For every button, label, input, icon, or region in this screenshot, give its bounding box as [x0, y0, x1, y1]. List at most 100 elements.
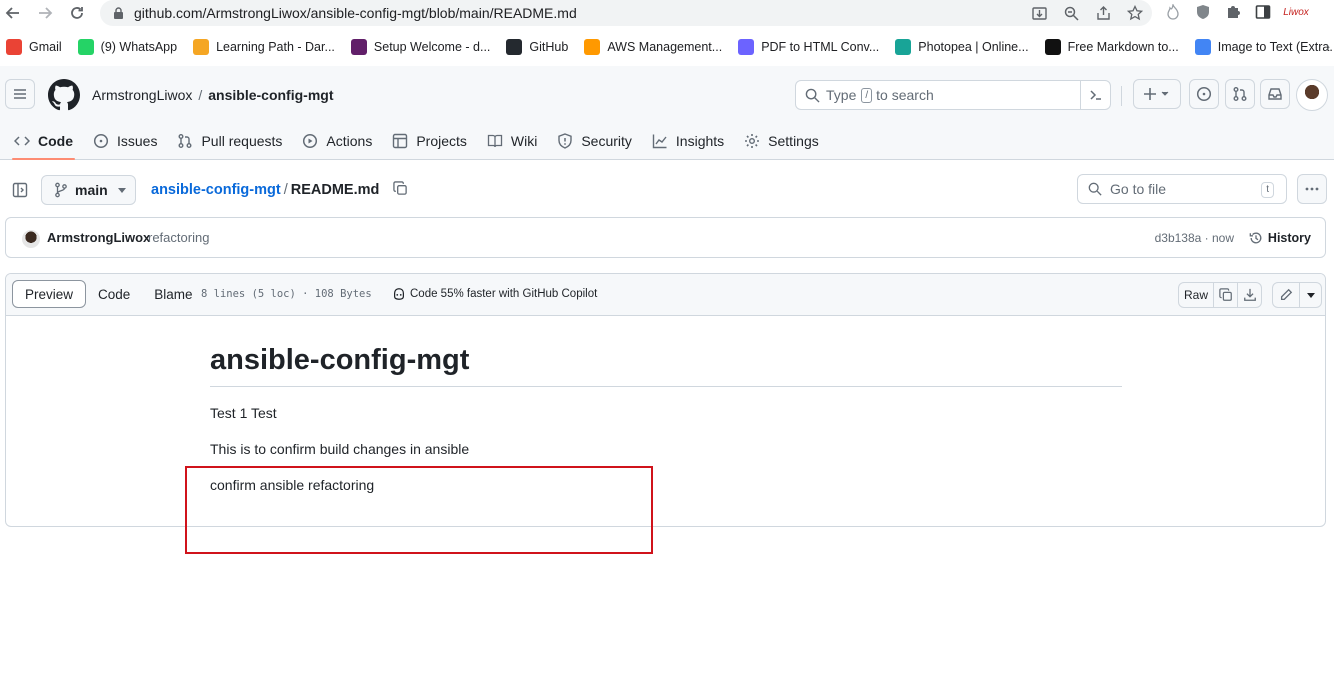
tab-settings[interactable]: Settings: [736, 122, 827, 160]
file-toolbar: Preview Code Blame 8 lines (5 loc) · 108…: [6, 274, 1325, 316]
bookmark-item[interactable]: Setup Welcome - d...: [350, 39, 491, 55]
gmail-icon: [6, 39, 22, 55]
tab-label: Issues: [117, 133, 158, 149]
tab-pull-requests[interactable]: Pull requests: [169, 122, 290, 160]
lock-icon: [110, 6, 126, 20]
search-input[interactable]: Type / to search: [795, 80, 1111, 110]
tab-label: Insights: [675, 133, 725, 149]
github-logo-icon[interactable]: [48, 79, 80, 111]
commit-hash-time[interactable]: d3b138a · now: [1155, 231, 1234, 245]
more-options-icon[interactable]: [1297, 174, 1327, 204]
go-to-file-input[interactable]: Go to file t: [1077, 174, 1287, 204]
bookmark-item[interactable]: (9) WhatsApp: [77, 39, 177, 55]
readme-paragraph: Test 1 Test: [210, 405, 277, 421]
user-avatar[interactable]: [1296, 79, 1328, 111]
search-placeholder-prefix: Type: [826, 87, 857, 103]
bookmark-item[interactable]: AWS Management...: [584, 39, 722, 55]
bookmark-label: Free Markdown to...: [1067, 40, 1179, 54]
repo-root-link[interactable]: ansible-config-mgt: [151, 182, 281, 198]
bookmark-label: Learning Path - Dar...: [216, 40, 335, 54]
extensions-puzzle-icon[interactable]: [1224, 2, 1242, 22]
command-palette-icon[interactable]: [1080, 81, 1110, 109]
pull-request-icon: [178, 134, 192, 148]
commit-message[interactable]: refactoring: [148, 230, 209, 245]
bookmark-star-icon[interactable]: [1126, 3, 1144, 23]
repo-link[interactable]: ansible-config-mgt: [208, 87, 333, 103]
header-divider: [1121, 86, 1122, 106]
bookmark-label: GitHub: [529, 40, 569, 54]
search-shortcut-key: /: [861, 87, 873, 103]
forward-arrow-icon[interactable]: [34, 2, 56, 24]
code-tab[interactable]: Code: [86, 280, 142, 308]
image-to-text-icon: [1194, 39, 1211, 55]
bookmark-item[interactable]: Photopea | Online...: [895, 39, 1029, 55]
install-app-icon[interactable]: [1030, 3, 1048, 23]
edit-pencil-icon[interactable]: [1273, 283, 1299, 307]
copy-raw-icon[interactable]: [1213, 283, 1237, 307]
profile-avatar[interactable]: Liwox: [1283, 2, 1309, 22]
github-header: ArmstrongLiwox / ansible-config-mgt Type /…: [0, 66, 1334, 160]
shield-icon: [558, 133, 573, 149]
reload-icon[interactable]: [66, 2, 88, 24]
bookmark-label: Gmail: [29, 40, 62, 54]
github-icon: [506, 39, 523, 55]
search-placeholder-suffix: to search: [876, 87, 934, 103]
bookmark-label: Setup Welcome - d...: [373, 40, 491, 54]
branch-selector[interactable]: main: [41, 175, 136, 205]
copilot-icon: [394, 288, 404, 300]
copy-path-icon[interactable]: [393, 181, 408, 196]
bookmark-item[interactable]: GitHub: [506, 39, 568, 55]
tab-code[interactable]: Code: [6, 122, 81, 160]
tab-issues[interactable]: Issues: [85, 122, 165, 160]
bookmark-item[interactable]: Learning Path - Dar...: [193, 39, 335, 55]
blame-tab[interactable]: Blame: [142, 280, 204, 308]
readme-title: ansible-config-mgt: [210, 344, 1122, 387]
caret-down-icon: [117, 187, 126, 193]
hamburger-menu-icon[interactable]: [5, 79, 35, 109]
aws-icon: [584, 39, 601, 55]
play-icon: [303, 133, 318, 149]
tab-insights[interactable]: Insights: [644, 122, 732, 160]
tab-label: Actions: [326, 133, 373, 149]
owner-link[interactable]: ArmstrongLiwox: [92, 87, 192, 103]
download-icon[interactable]: [1237, 283, 1261, 307]
tab-projects[interactable]: Projects: [384, 122, 475, 160]
address-bar[interactable]: github.com/ArmstrongLiwox/ansible-config…: [100, 0, 1152, 26]
pull-requests-icon[interactable]: [1225, 79, 1255, 109]
commit-author[interactable]: ArmstrongLiwox: [47, 230, 150, 245]
tab-actions[interactable]: Actions: [294, 122, 380, 160]
history-button[interactable]: History: [1243, 225, 1317, 251]
tab-security[interactable]: Security: [549, 122, 640, 160]
chevron-right-icon[interactable]: ›: [1325, 38, 1330, 54]
url-text[interactable]: github.com/ArmstrongLiwox/ansible-config…: [134, 5, 577, 21]
sidebar-toggle-icon[interactable]: [12, 182, 28, 198]
edit-options-caret-icon[interactable]: [1299, 283, 1321, 307]
issue-icon: [93, 133, 109, 149]
file-breadcrumb: ansible-config-mgt / README.md: [151, 181, 408, 198]
bookmark-item[interactable]: PDF to HTML Conv...: [738, 39, 879, 55]
zoom-icon[interactable]: [1062, 3, 1080, 23]
bookmark-item[interactable]: Gmail: [6, 39, 62, 55]
side-panel-icon[interactable]: [1254, 2, 1272, 22]
commit-author-avatar[interactable]: [22, 230, 40, 248]
slack-icon: [350, 39, 367, 55]
photopea-icon: [895, 39, 912, 55]
bookmark-item[interactable]: Free Markdown to...: [1044, 39, 1179, 55]
tab-label: Settings: [768, 133, 819, 149]
preview-tab[interactable]: Preview: [12, 280, 87, 308]
tab-wiki[interactable]: Wiki: [479, 122, 545, 160]
inbox-icon[interactable]: [1260, 79, 1290, 109]
tab-label: Security: [581, 133, 632, 149]
raw-button[interactable]: Raw: [1179, 283, 1213, 307]
path-separator: /: [283, 182, 288, 198]
create-new-button[interactable]: [1133, 79, 1181, 109]
extension-flame-icon[interactable]: [1164, 2, 1182, 22]
extension-shield-icon[interactable]: [1194, 2, 1212, 22]
pdf-icon: [738, 39, 755, 55]
back-arrow-icon[interactable]: [2, 2, 24, 24]
bookmark-item[interactable]: Image to Text (Extra...: [1194, 39, 1334, 55]
search-icon: [1088, 182, 1102, 196]
copilot-promo-link[interactable]: Code 55% faster with GitHub Copilot: [392, 287, 597, 301]
share-icon[interactable]: [1094, 3, 1112, 23]
issues-icon[interactable]: [1189, 79, 1219, 109]
